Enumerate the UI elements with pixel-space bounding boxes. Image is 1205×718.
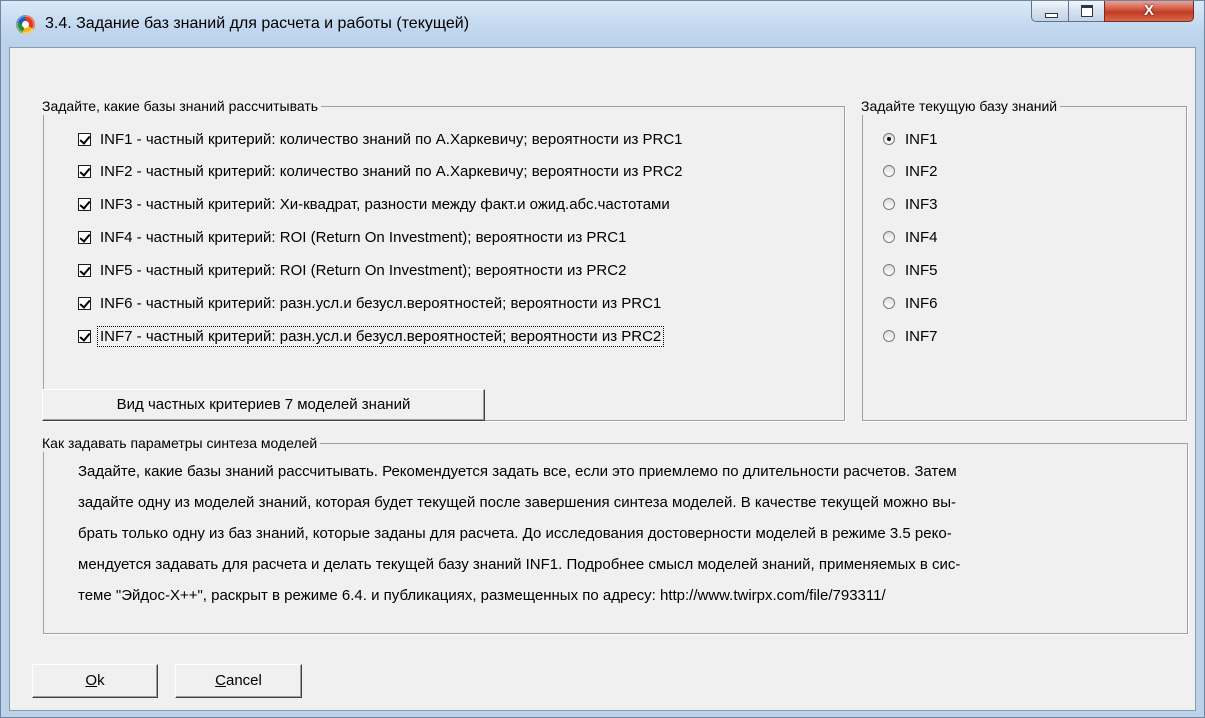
checkbox-checked-icon[interactable] bbox=[78, 197, 91, 211]
radio-unselected-icon[interactable] bbox=[883, 198, 895, 210]
maximize-icon bbox=[1081, 5, 1093, 17]
radio-label: INF7 bbox=[905, 327, 938, 345]
radio-inf6[interactable]: INF6 bbox=[883, 292, 938, 314]
checkbox-label: INF3 - частный критерий: Хи-квадрат, раз… bbox=[100, 195, 670, 213]
help-text-line: брать только одну из баз знаний, которые… bbox=[78, 525, 952, 542]
checkbox-label: INF1 - частный критерий: количество знан… bbox=[100, 130, 683, 148]
radio-unselected-icon[interactable] bbox=[883, 297, 895, 309]
checkbox-checked-icon[interactable] bbox=[78, 230, 91, 244]
radio-label: INF5 bbox=[905, 261, 938, 279]
window-title: 3.4. Задание баз знаний для расчета и ра… bbox=[45, 15, 470, 32]
radio-label: INF2 bbox=[905, 162, 938, 180]
checkbox-inf7[interactable]: INF7 - частный критерий: разн.усл.и безу… bbox=[78, 325, 665, 347]
radio-inf4[interactable]: INF4 bbox=[883, 226, 938, 248]
help-text-line: Задайте, какие базы знаний рассчитывать.… bbox=[78, 463, 957, 480]
radio-unselected-icon[interactable] bbox=[883, 165, 895, 177]
maximize-button[interactable] bbox=[1068, 1, 1105, 22]
radio-label: INF4 bbox=[905, 228, 938, 246]
help-text-line: задайте одну из моделей знаний, которая … bbox=[78, 494, 957, 511]
help-group: Как задавать параметры синтеза моделей З… bbox=[42, 434, 1188, 634]
checkbox-label: INF4 - частный критерий: ROI (Return On … bbox=[100, 228, 627, 246]
checkbox-label: INF7 - частный критерий: разн.усл.и безу… bbox=[96, 325, 665, 347]
checkbox-inf1[interactable]: INF1 - частный критерий: количество знан… bbox=[78, 128, 685, 150]
radio-label: INF3 bbox=[905, 195, 938, 213]
minimize-button[interactable] bbox=[1031, 1, 1069, 22]
help-group-title: Как задавать параметры синтеза моделей bbox=[42, 434, 321, 452]
dialog-window: 3.4. Задание баз знаний для расчета и ра… bbox=[0, 0, 1205, 718]
radio-selected-icon[interactable] bbox=[883, 133, 895, 145]
ok-button-label: k bbox=[97, 672, 105, 689]
current-base-group: Задайте текущую базу знаний INF1 INF2 IN… bbox=[861, 97, 1187, 421]
radio-inf5[interactable]: INF5 bbox=[883, 259, 938, 281]
close-button[interactable]: X bbox=[1104, 1, 1194, 22]
radio-unselected-icon[interactable] bbox=[883, 330, 895, 342]
checkbox-checked-icon[interactable] bbox=[78, 296, 91, 310]
checkbox-checked-icon[interactable] bbox=[78, 329, 91, 343]
title-bar[interactable]: 3.4. Задание баз знаний для расчета и ра… bbox=[1, 1, 1204, 47]
view-criteria-button[interactable]: Вид частных критериев 7 моделей знаний bbox=[42, 389, 485, 421]
checkbox-label: INF2 - частный критерий: количество знан… bbox=[100, 162, 683, 180]
checkbox-label: INF6 - частный критерий: разн.усл.и безу… bbox=[100, 294, 662, 312]
calc-bases-group-title: Задайте, какие базы знаний рассчитывать bbox=[42, 97, 322, 115]
radio-unselected-icon[interactable] bbox=[883, 231, 895, 243]
radio-label: INF6 bbox=[905, 294, 938, 312]
checkbox-inf5[interactable]: INF5 - частный критерий: ROI (Return On … bbox=[78, 259, 628, 281]
help-text-line: теме "Эйдос-Х++", раскрыт в режиме 6.4. … bbox=[78, 587, 886, 604]
app-logo-icon bbox=[16, 15, 35, 34]
ok-button[interactable]: Ok bbox=[32, 664, 158, 698]
checkbox-checked-icon[interactable] bbox=[78, 164, 91, 178]
radio-inf1[interactable]: INF1 bbox=[883, 128, 938, 150]
radio-inf2[interactable]: INF2 bbox=[883, 160, 938, 182]
view-criteria-button-label: Вид частных критериев 7 моделей знаний bbox=[116, 396, 411, 413]
calc-bases-group: Задайте, какие базы знаний рассчитывать … bbox=[42, 97, 845, 421]
cancel-button[interactable]: Cancel bbox=[175, 664, 302, 698]
checkbox-checked-icon[interactable] bbox=[78, 132, 91, 146]
ok-accel: O bbox=[85, 672, 98, 689]
cancel-accel: C bbox=[215, 672, 226, 689]
checkbox-inf3[interactable]: INF3 - частный критерий: Хи-квадрат, раз… bbox=[78, 193, 672, 215]
checkbox-label: INF5 - частный критерий: ROI (Return On … bbox=[100, 261, 627, 279]
checkbox-inf6[interactable]: INF6 - частный критерий: разн.усл.и безу… bbox=[78, 292, 663, 314]
radio-label: INF1 bbox=[905, 130, 938, 148]
dialog-body: Задайте, какие базы знаний рассчитывать … bbox=[9, 47, 1196, 711]
checkbox-checked-icon[interactable] bbox=[78, 263, 91, 277]
help-text-line: мендуется задавать для расчета и делать … bbox=[78, 556, 961, 573]
radio-inf3[interactable]: INF3 bbox=[883, 193, 938, 215]
radio-inf7[interactable]: INF7 bbox=[883, 325, 938, 347]
minimize-icon bbox=[1045, 13, 1058, 18]
close-icon: X bbox=[1143, 2, 1154, 19]
checkbox-inf2[interactable]: INF2 - частный критерий: количество знан… bbox=[78, 160, 685, 182]
radio-unselected-icon[interactable] bbox=[883, 264, 895, 276]
checkbox-inf4[interactable]: INF4 - частный критерий: ROI (Return On … bbox=[78, 226, 628, 248]
cancel-button-label: ancel bbox=[225, 672, 262, 689]
window-controls: X bbox=[1031, 1, 1194, 23]
current-base-group-title: Задайте текущую базу знаний bbox=[861, 97, 1061, 115]
